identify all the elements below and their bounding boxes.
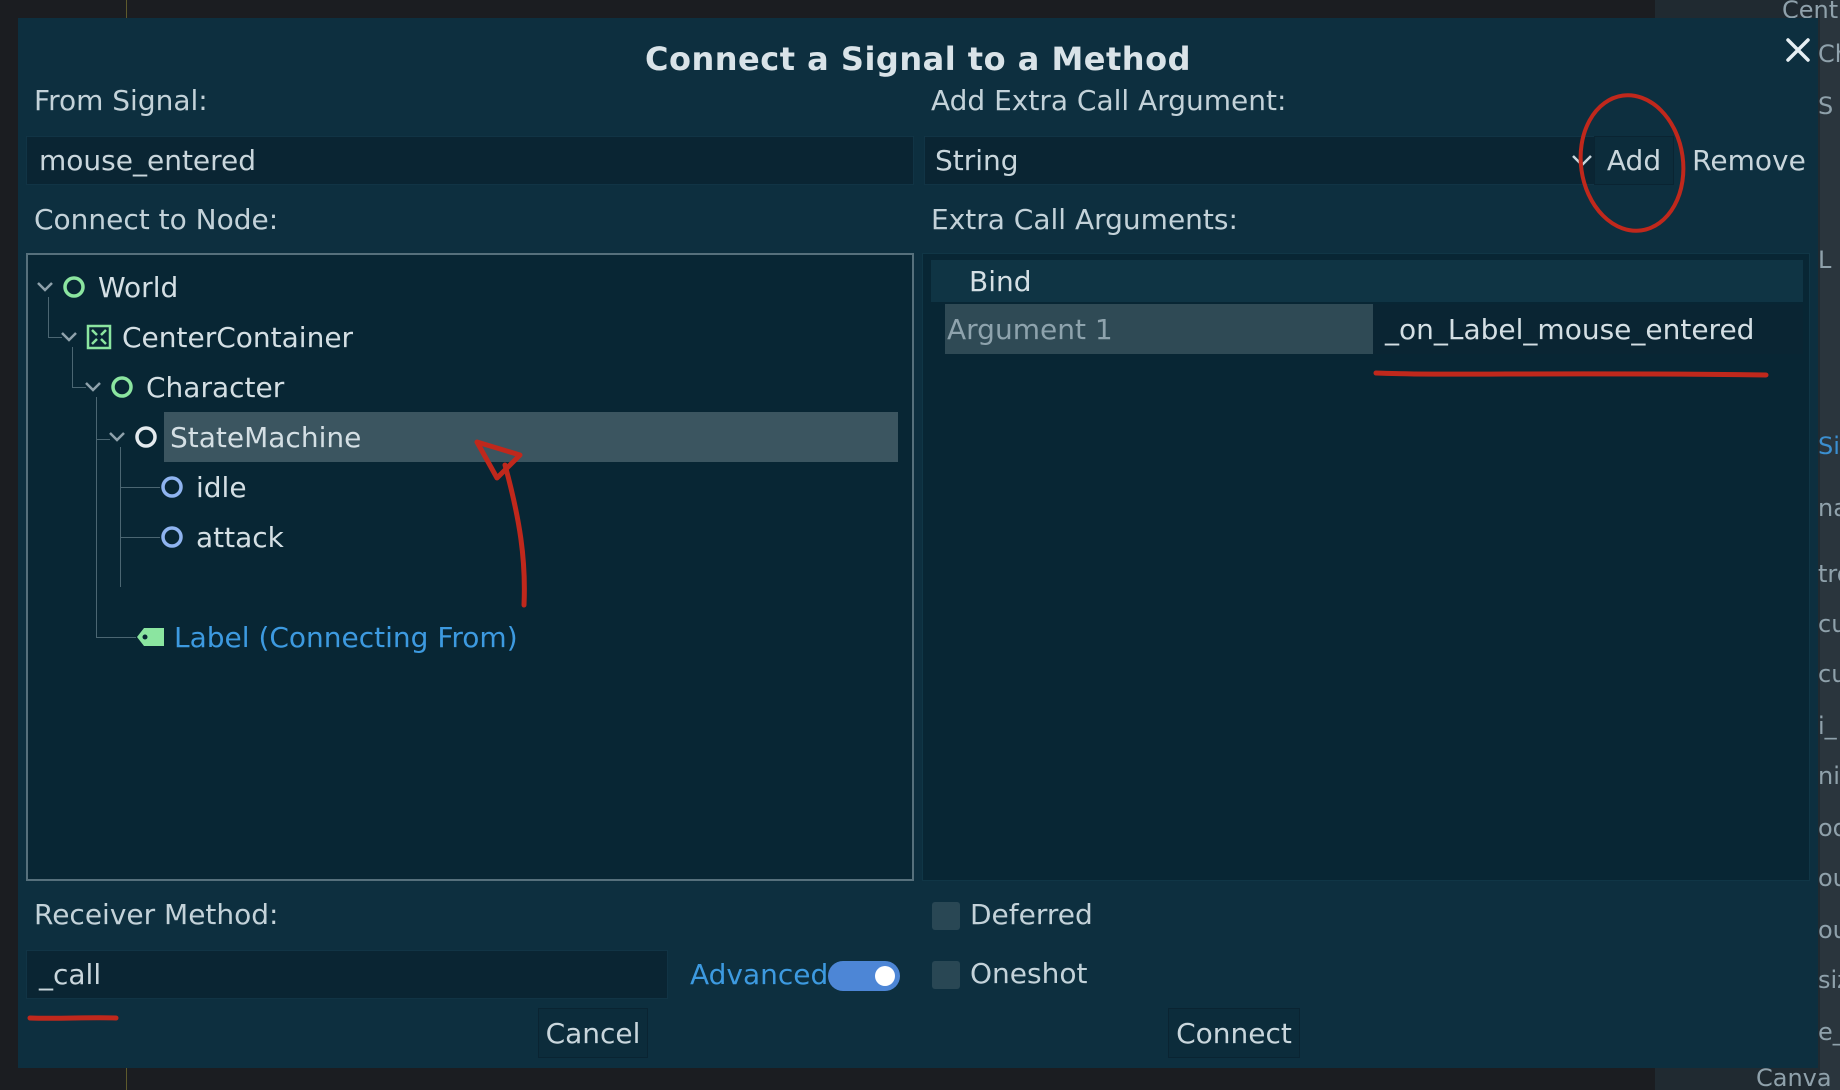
argument-row[interactable]: Argument 1 _on_Label_mouse_entered — [945, 304, 1803, 354]
arg-type-select[interactable]: String — [924, 136, 1604, 185]
deferred-checkbox[interactable] — [932, 902, 960, 930]
tree-guide — [120, 447, 121, 587]
extra-call-args-panel: Bind Argument 1 _on_Label_mouse_entered — [922, 253, 1810, 881]
argument-value-input[interactable]: _on_Label_mouse_entered — [1373, 304, 1803, 354]
receiver-method-value: _call — [39, 958, 102, 991]
from-signal-label: From Signal: — [34, 84, 208, 117]
tree-item-idle[interactable]: idle — [160, 462, 896, 512]
chevron-down-icon[interactable] — [60, 331, 78, 343]
advanced-label[interactable]: Advanced — [690, 958, 828, 991]
from-signal-value: mouse_entered — [39, 144, 257, 177]
label-tag-icon — [137, 628, 164, 646]
node-tree[interactable]: World CenterContainer Character StateMac… — [26, 253, 914, 881]
bg-text: Si — [1818, 432, 1840, 460]
bg-text: Ch — [1818, 40, 1840, 68]
tree-item-label: StateMachine — [170, 420, 362, 454]
tree-item-label-node[interactable]: Label (Connecting From) — [136, 612, 896, 662]
bg-text: L — [1818, 246, 1832, 274]
advanced-toggle[interactable] — [828, 961, 900, 991]
tree-item-label: Character — [146, 370, 285, 404]
bg-text: od — [1818, 814, 1840, 842]
bg-text: cu — [1818, 610, 1840, 638]
bind-header: Bind — [931, 260, 1803, 302]
tree-item-centercontainer[interactable]: CenterContainer — [60, 312, 896, 362]
node-circle-blue-icon — [161, 526, 183, 548]
tree-item-label: idle — [196, 470, 247, 504]
tree-item-label: Label (Connecting From) — [174, 620, 518, 654]
chevron-down-icon — [1572, 154, 1592, 167]
receiver-method-label: Receiver Method: — [34, 898, 279, 931]
editor-guide-line — [126, 1068, 127, 1090]
close-button[interactable] — [1778, 30, 1818, 70]
chevron-down-icon[interactable] — [84, 381, 102, 393]
bg-text: ni — [1818, 762, 1840, 790]
tree-item-statemachine-toggle[interactable] — [108, 412, 164, 462]
toggle-knob — [875, 966, 895, 986]
tree-guide — [96, 637, 136, 638]
bg-text: siz — [1818, 966, 1840, 994]
from-signal-input[interactable]: mouse_entered — [26, 136, 914, 185]
deferred-label[interactable]: Deferred — [970, 898, 1093, 931]
tree-item-attack[interactable]: attack — [160, 512, 896, 562]
tree-item-label: CenterContainer — [122, 320, 354, 354]
tree-item-world[interactable]: World — [36, 262, 896, 312]
connect-to-node-label: Connect to Node: — [34, 203, 279, 236]
bg-text: ou — [1818, 864, 1840, 892]
node-circle-icon — [111, 376, 133, 398]
tree-guide — [120, 537, 160, 538]
add-arg-button[interactable]: Add — [1594, 136, 1674, 185]
bg-text: S — [1818, 92, 1834, 120]
oneshot-label[interactable]: Oneshot — [970, 957, 1087, 990]
tree-item-label: attack — [196, 520, 284, 554]
remove-arg-button[interactable]: Remove — [1688, 136, 1810, 185]
oneshot-checkbox[interactable] — [932, 961, 960, 989]
arg-type-value: String — [935, 144, 1019, 177]
bg-text: tro — [1818, 560, 1840, 588]
bg-text: ou — [1818, 916, 1840, 944]
connect-signal-dialog: Connect a Signal to a Method From Signal… — [18, 18, 1818, 1068]
receiver-method-input[interactable]: _call — [26, 950, 668, 999]
node-circle-icon — [63, 276, 85, 298]
extra-call-args-label: Extra Call Arguments: — [931, 203, 1238, 236]
tree-item-statemachine[interactable]: StateMachine — [164, 412, 898, 462]
center-container-icon — [86, 324, 112, 350]
bg-text: i_ — [1818, 712, 1837, 740]
cancel-button[interactable]: Cancel — [538, 1008, 648, 1058]
chevron-down-icon[interactable] — [36, 281, 54, 293]
close-icon — [1786, 38, 1810, 62]
node-circle-blue-icon — [161, 476, 183, 498]
connect-button[interactable]: Connect — [1168, 1008, 1300, 1058]
tree-guide — [96, 397, 97, 637]
editor-guide-line — [126, 0, 127, 20]
argument-key: Argument 1 — [945, 304, 1373, 354]
add-extra-arg-label: Add Extra Call Argument: — [931, 84, 1287, 117]
bg-text: cu — [1818, 660, 1840, 688]
tree-item-character[interactable]: Character — [84, 362, 896, 412]
node-circle-icon — [135, 426, 157, 448]
bg-text: e_ — [1818, 1018, 1840, 1046]
tree-guide — [120, 487, 160, 488]
chevron-down-icon[interactable] — [108, 431, 126, 443]
tree-item-label: World — [98, 270, 179, 304]
dialog-title: Connect a Signal to a Method — [645, 40, 1191, 78]
bg-text: na — [1818, 494, 1840, 522]
